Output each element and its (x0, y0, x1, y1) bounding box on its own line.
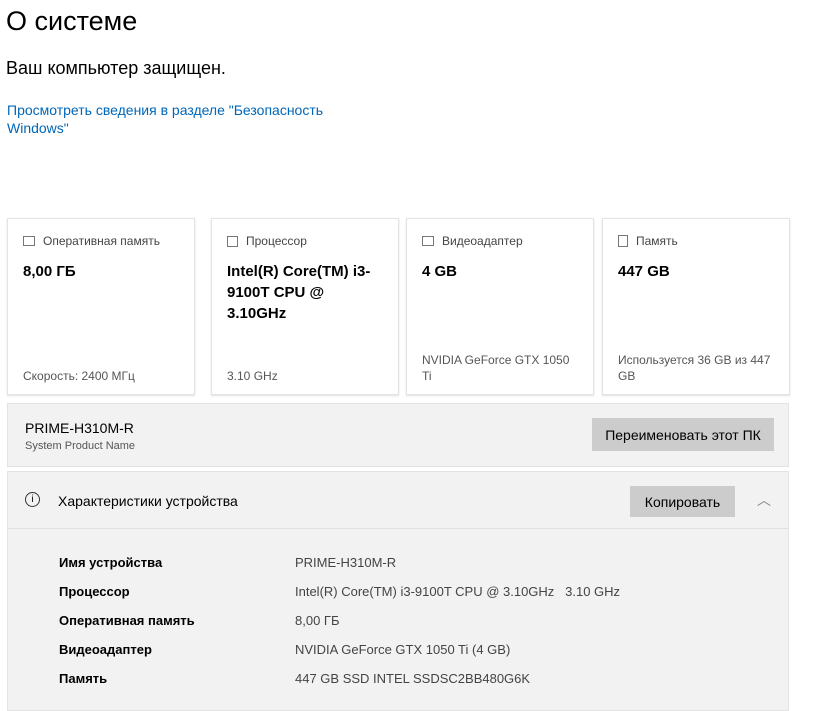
spec-value: PRIME-H310M-R (295, 555, 397, 570)
page-title: О системе (6, 6, 138, 36)
spec-row: Видеоадаптер NVIDIA GeForce GTX 1050 Ti (… (59, 642, 510, 657)
spec-key: Имя устройства (59, 555, 163, 570)
ram-card: Оперативная память 8,00 ГБ Скорость: 240… (7, 218, 195, 395)
gpu-icon (422, 236, 434, 246)
info-icon: i (25, 492, 40, 507)
pc-name-panel: PRIME-H310M-R System Product Name Переим… (7, 403, 789, 467)
spec-row: Имя устройства PRIME-H310M-R (59, 555, 396, 570)
card-sub: Используется 36 GB из 447 GB (618, 353, 771, 383)
card-sub: 3.10 GHz (227, 369, 278, 383)
storage-card: Память 447 GB Используется 36 GB из 447 … (602, 218, 790, 395)
spec-key: Оперативная память (59, 613, 195, 628)
card-value: 447 GB (618, 263, 670, 280)
security-link[interactable]: Просмотреть сведения в разделе "Безопасн… (7, 101, 337, 137)
spec-key: Видеоадаптер (59, 642, 152, 657)
spec-value: 8,00 ГБ (295, 613, 340, 628)
pc-caption: System Product Name (25, 440, 136, 452)
copy-button[interactable]: Копировать (630, 486, 735, 517)
card-sub: Скорость: 2400 МГц (23, 369, 135, 383)
spec-value: Intel(R) Core(TM) i3-9100T CPU @ 3.10GHz… (295, 584, 621, 599)
card-label: Видеоадаптер (442, 234, 523, 248)
spec-row: Память 447 GB SSD INTEL SSDSC2BB480G6K (59, 671, 530, 686)
spec-row: Процессор Intel(R) Core(TM) i3-9100T CPU … (59, 584, 620, 599)
security-status: Ваш компьютер защищен. (6, 58, 226, 78)
specs-header[interactable]: i Характеристики устройства Копировать ︿ (8, 472, 788, 529)
card-sub: NVIDIA GeForce GTX 1050 Ti (422, 353, 570, 383)
card-label: Оперативная память (43, 234, 160, 248)
pc-name: PRIME-H310M-R (25, 420, 134, 436)
ram-icon (23, 236, 35, 246)
card-value: 8,00 ГБ (23, 263, 76, 280)
spec-key: Память (59, 671, 108, 686)
storage-icon (618, 235, 628, 247)
card-label: Память (636, 234, 678, 248)
card-label: Процессор (246, 234, 307, 248)
chevron-up-icon[interactable]: ︿ (757, 490, 771, 510)
spec-key: Процессор (59, 584, 130, 599)
gpu-card: Видеоадаптер 4 GB NVIDIA GeForce GTX 105… (406, 218, 594, 395)
rename-pc-button[interactable]: Переименовать этот ПК (592, 418, 774, 451)
spec-row: Оперативная память 8,00 ГБ (59, 613, 339, 628)
spec-value: NVIDIA GeForce GTX 1050 Ti (4 GB) (295, 642, 511, 657)
card-value: 4 GB (422, 263, 458, 280)
specs-title: Характеристики устройства (58, 493, 238, 509)
cpu-icon (227, 235, 238, 247)
cpu-card: Процессор Intel(R) Core(TM) i3-9100T CPU… (211, 218, 399, 395)
card-value: Intel(R) Core(TM) i3-9100T CPU @ 3.10GHz (227, 263, 371, 322)
spec-value: 447 GB SSD INTEL SSDSC2BB480G6K (295, 671, 531, 686)
